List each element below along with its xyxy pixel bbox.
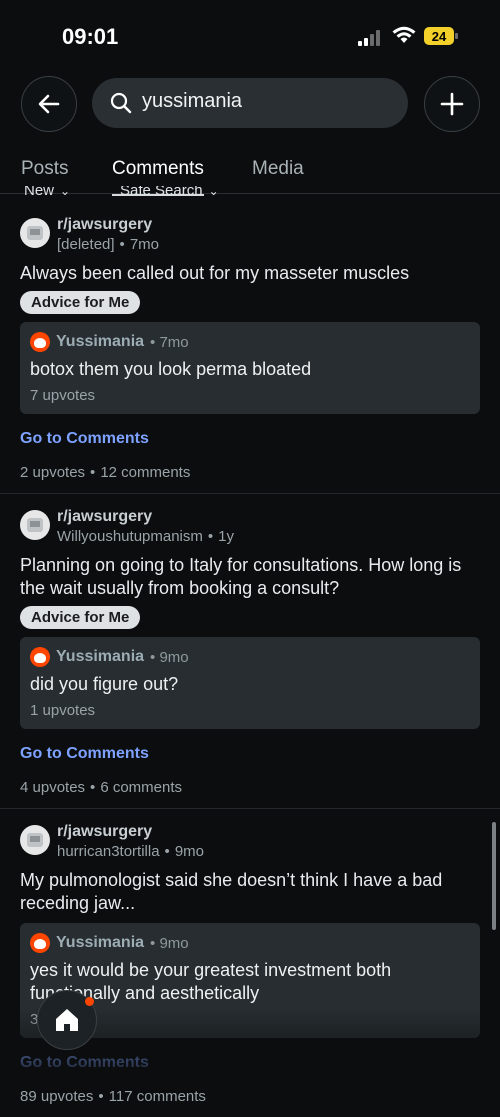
subreddit-avatar[interactable] — [20, 510, 50, 540]
comment-body: botox them you look perma bloated — [30, 359, 312, 379]
home-icon — [56, 1009, 78, 1031]
status-time: 09:01 — [62, 24, 119, 49]
result-card[interactable]: r/jawsurgery hurrican3tortilla • 9mo My pu… — [0, 809, 500, 1117]
post-meta: r/jawsurgery Willyoushutupmanism • 1y — [20, 502, 480, 552]
user-avatar — [30, 332, 50, 352]
comment-author[interactable]: Yussimania — [56, 934, 144, 952]
post-author: hurrican3tortilla • 9mo — [57, 843, 204, 860]
subreddit-avatar-icon — [27, 518, 43, 532]
post-flair: Advice for Me — [20, 291, 141, 314]
chevron-down-icon: ⌄ — [60, 186, 71, 198]
comment-time: • 7mo — [150, 333, 189, 351]
comment-author[interactable]: Yussimania — [56, 648, 144, 666]
go-to-comments-link[interactable]: Go to Comments — [20, 745, 480, 763]
post-title[interactable]: Planning on going to Italy for consultat… — [20, 554, 480, 600]
top-bar: yussimania — [0, 70, 500, 140]
post-meta: r/jawsurgery [deleted] • 7mo — [20, 210, 480, 260]
status-bar: 09:01 24 — [0, 0, 500, 70]
filter-row: New ⌄ Safe Search ⌄ — [0, 186, 500, 200]
search-icon — [110, 92, 132, 114]
result-card[interactable]: r/jawsurgery Willyoushutupmanism • 1y Plan… — [0, 494, 500, 809]
subreddit-avatar[interactable] — [20, 825, 50, 855]
post-stats: 4 upvotes • 6 comments — [20, 779, 183, 796]
post-author: [deleted] • 7mo — [57, 236, 159, 253]
go-to-comments-link[interactable]: Go to Comments — [20, 430, 480, 448]
battery-icon: 24 — [424, 27, 458, 45]
comment-body: did you figure out? — [30, 674, 179, 694]
user-avatar — [30, 647, 50, 667]
subreddit-name[interactable]: r/jawsurgery — [57, 823, 152, 841]
cellular-signal-icon — [358, 30, 380, 46]
comment-time: • 9mo — [150, 648, 189, 666]
go-to-comments-link[interactable]: Go to Comments — [20, 1054, 480, 1072]
back-arrow-icon — [38, 94, 60, 114]
subreddit-avatar[interactable] — [20, 218, 50, 248]
comment-author[interactable]: Yussimania — [56, 333, 144, 351]
subreddit-name[interactable]: r/jawsurgery — [57, 508, 152, 526]
result-card[interactable]: r/jawsurgery [deleted] • 7mo Always been c… — [0, 210, 500, 494]
post-title[interactable]: My pulmonologist said she doesn’t think … — [20, 869, 480, 915]
tab-posts[interactable]: Posts — [21, 158, 69, 180]
sort-dropdown[interactable]: New ⌄ — [24, 186, 70, 199]
post-author: Willyoushutupmanism • 1y — [57, 528, 234, 545]
post-meta: r/jawsurgery hurrican3tortilla • 9mo — [20, 817, 480, 867]
subreddit-name[interactable]: r/jawsurgery — [57, 216, 152, 234]
notification-dot — [85, 997, 94, 1006]
comment-votes: 7 upvotes — [30, 387, 96, 404]
matched-comment[interactable]: Yussimania • 9mo did you figure out? 1 u… — [20, 637, 480, 729]
back-button[interactable] — [21, 76, 77, 132]
post-stats: 89 upvotes • 117 comments — [20, 1088, 206, 1105]
create-post-button[interactable] — [424, 76, 480, 132]
subreddit-avatar-icon — [27, 833, 43, 847]
post-stats: 2 upvotes • 12 comments — [20, 464, 191, 481]
user-avatar — [30, 933, 50, 953]
post-title[interactable]: Always been called out for my masseter m… — [20, 262, 480, 285]
subreddit-avatar-icon — [27, 226, 43, 240]
safe-search-dropdown[interactable]: Safe Search ⌄ — [120, 186, 219, 199]
matched-comment[interactable]: Yussimania • 7mo botox them you look per… — [20, 322, 480, 414]
search-bar[interactable]: yussimania — [92, 78, 408, 128]
scrollbar[interactable] — [492, 822, 496, 930]
post-flair: Advice for Me — [20, 606, 141, 629]
search-query[interactable]: yussimania — [142, 90, 242, 113]
plus-icon — [440, 92, 464, 116]
battery-level: 24 — [424, 27, 454, 45]
wifi-icon — [392, 26, 416, 43]
comment-votes: 1 upvotes — [30, 702, 96, 719]
home-button[interactable] — [37, 990, 97, 1050]
tab-media[interactable]: Media — [252, 158, 304, 180]
chevron-down-icon: ⌄ — [208, 186, 219, 198]
comment-body: yes it would be your greatest investment… — [30, 960, 392, 1003]
comment-results-feed: r/jawsurgery [deleted] • 7mo Always been c… — [0, 210, 500, 1117]
tab-comments[interactable]: Comments — [112, 158, 204, 196]
comment-time: • 9mo — [150, 934, 189, 952]
